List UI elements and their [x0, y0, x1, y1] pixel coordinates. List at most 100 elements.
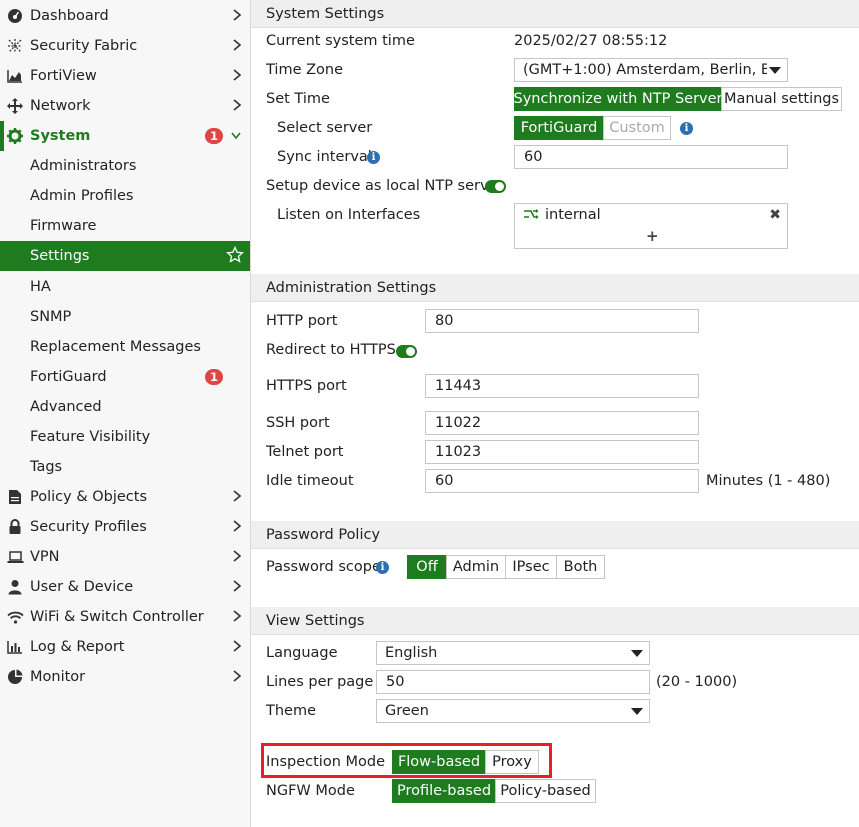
chevron-right-icon: [232, 639, 242, 657]
sidebar-item-tags[interactable]: Tags: [0, 452, 250, 482]
sidebar-item-snmp[interactable]: SNMP: [0, 302, 250, 332]
current-time-value: 2025/02/27 08:55:12: [514, 33, 668, 49]
lines-per-page-input[interactable]: 50: [376, 670, 650, 694]
idle-timeout-hint: Minutes (1 - 480): [706, 473, 831, 489]
inspection-mode-label: Inspection Mode: [266, 754, 386, 770]
chevron-down-icon: [230, 129, 242, 145]
sidebar-item-label: Policy & Objects: [30, 489, 148, 505]
theme-select[interactable]: Green: [376, 699, 650, 723]
timezone-label: Time Zone: [266, 62, 344, 78]
local-ntp-toggle[interactable]: [485, 180, 506, 193]
sidebar-item-user-device[interactable]: User & Device: [0, 572, 250, 602]
idle-timeout-label: Idle timeout: [266, 473, 354, 489]
sidebar-item-log-report[interactable]: Log & Report: [0, 632, 250, 662]
sidebar-item-ha[interactable]: HA: [0, 272, 250, 302]
sidebar-item-label: Log & Report: [30, 639, 125, 655]
star-icon[interactable]: [226, 245, 244, 268]
fortiview-icon: [4, 69, 26, 83]
info-icon[interactable]: i: [680, 122, 693, 135]
add-interface-button[interactable]: +: [646, 227, 659, 245]
flow-based-button[interactable]: Flow-based: [392, 750, 486, 774]
sidebar-item-security-profiles[interactable]: Security Profiles: [0, 512, 250, 542]
sidebar-item-system[interactable]: System 1: [0, 121, 250, 151]
security-fabric-icon: [4, 38, 26, 54]
sidebar-item-label: WiFi & Switch Controller: [30, 609, 204, 625]
lines-per-page-hint: (20 - 1000): [656, 674, 738, 690]
scope-both-button[interactable]: Both: [556, 555, 605, 579]
close-icon[interactable]: ✖: [769, 207, 781, 223]
theme-value: Green: [385, 703, 429, 719]
sidebar-item-wifi-switch[interactable]: WiFi & Switch Controller: [0, 602, 250, 632]
sidebar-item-policy-objects[interactable]: Policy & Objects: [0, 482, 250, 512]
timezone-value: (GMT+1:00) Amsterdam, Berlin, Bern: [523, 62, 767, 78]
notification-badge: 1: [205, 128, 223, 144]
sidebar-item-fortiguard[interactable]: FortiGuard 1: [0, 362, 250, 392]
listen-interfaces-label: Listen on Interfaces: [277, 207, 421, 223]
sidebar-item-label: Monitor: [30, 669, 86, 685]
sidebar-item-label: Admin Profiles: [30, 188, 134, 204]
telnet-port-label: Telnet port: [266, 444, 344, 460]
sidebar-item-feature-visibility[interactable]: Feature Visibility: [0, 422, 250, 452]
custom-server-button[interactable]: Custom: [603, 116, 671, 140]
network-icon: [4, 98, 26, 114]
sidebar-item-label: Firmware: [30, 218, 97, 234]
chevron-right-icon: [232, 669, 242, 687]
ssh-port-input[interactable]: 11022: [425, 411, 699, 435]
sync-interval-input[interactable]: 60: [514, 145, 788, 169]
scope-ipsec-button[interactable]: IPsec: [505, 555, 557, 579]
sidebar-item-label: User & Device: [30, 579, 134, 595]
sidebar-item-label: Feature Visibility: [30, 429, 151, 445]
sidebar-item-monitor[interactable]: Monitor: [0, 662, 250, 692]
password-scope-label: Password scope: [266, 559, 381, 575]
sidebar-item-administrators[interactable]: Administrators: [0, 151, 250, 181]
sidebar-item-label: System: [30, 128, 91, 144]
sidebar-item-dashboard[interactable]: Dashboard: [0, 1, 250, 31]
dropdown-caret-icon: [631, 650, 643, 657]
dropdown-caret-icon: [769, 67, 781, 74]
sidebar-item-security-fabric[interactable]: Security Fabric: [0, 31, 250, 61]
timezone-select[interactable]: (GMT+1:00) Amsterdam, Berlin, Bern: [514, 58, 788, 82]
policy-based-button[interactable]: Policy-based: [495, 779, 596, 803]
sidebar-item-label: Security Fabric: [30, 38, 138, 54]
fortiguard-server-button[interactable]: FortiGuard: [514, 116, 604, 140]
http-port-input[interactable]: 80: [425, 309, 699, 333]
sidebar-item-network[interactable]: Network: [0, 91, 250, 121]
theme-label: Theme: [266, 703, 317, 719]
profile-based-button[interactable]: Profile-based: [392, 779, 496, 803]
ntp-sync-button[interactable]: Synchronize with NTP Server: [514, 87, 723, 111]
sidebar-item-firmware[interactable]: Firmware: [0, 211, 250, 241]
lock-icon: [4, 519, 26, 535]
chevron-right-icon: [232, 549, 242, 567]
gear-icon: [4, 128, 26, 144]
sidebar-item-advanced[interactable]: Advanced: [0, 392, 250, 422]
sidebar-item-label: Security Profiles: [30, 519, 147, 535]
chevron-right-icon: [232, 579, 242, 597]
language-select[interactable]: English: [376, 641, 650, 665]
language-value: English: [385, 645, 438, 661]
https-port-input[interactable]: 11443: [425, 374, 699, 398]
idle-timeout-input[interactable]: 60: [425, 469, 699, 493]
info-icon[interactable]: i: [376, 561, 389, 574]
set-time-label: Set Time: [266, 91, 330, 107]
policy-icon: [4, 489, 26, 505]
proxy-button[interactable]: Proxy: [485, 750, 539, 774]
redirect-https-toggle[interactable]: [396, 345, 417, 358]
dropdown-caret-icon: [631, 708, 643, 715]
local-ntp-label: Setup device as local NTP server: [266, 178, 504, 194]
sidebar-item-label: FortiGuard: [30, 369, 107, 385]
manual-settings-button[interactable]: Manual settings: [721, 87, 842, 111]
scope-off-button[interactable]: Off: [407, 555, 447, 579]
telnet-port-input[interactable]: 11023: [425, 440, 699, 464]
password-policy-header: Password Policy: [251, 521, 859, 549]
view-settings-header: View Settings: [251, 607, 859, 635]
info-icon[interactable]: i: [367, 151, 380, 164]
sidebar-item-fortiview[interactable]: FortiView: [0, 61, 250, 91]
sidebar-item-settings[interactable]: Settings: [0, 241, 250, 271]
chevron-right-icon: [232, 519, 242, 537]
sidebar-item-replacement-messages[interactable]: Replacement Messages: [0, 332, 250, 362]
sidebar-item-vpn[interactable]: VPN: [0, 542, 250, 572]
listen-interfaces-box[interactable]: internal ✖ +: [514, 203, 788, 249]
chevron-right-icon: [232, 38, 242, 56]
scope-admin-button[interactable]: Admin: [446, 555, 506, 579]
sidebar-item-admin-profiles[interactable]: Admin Profiles: [0, 181, 250, 211]
